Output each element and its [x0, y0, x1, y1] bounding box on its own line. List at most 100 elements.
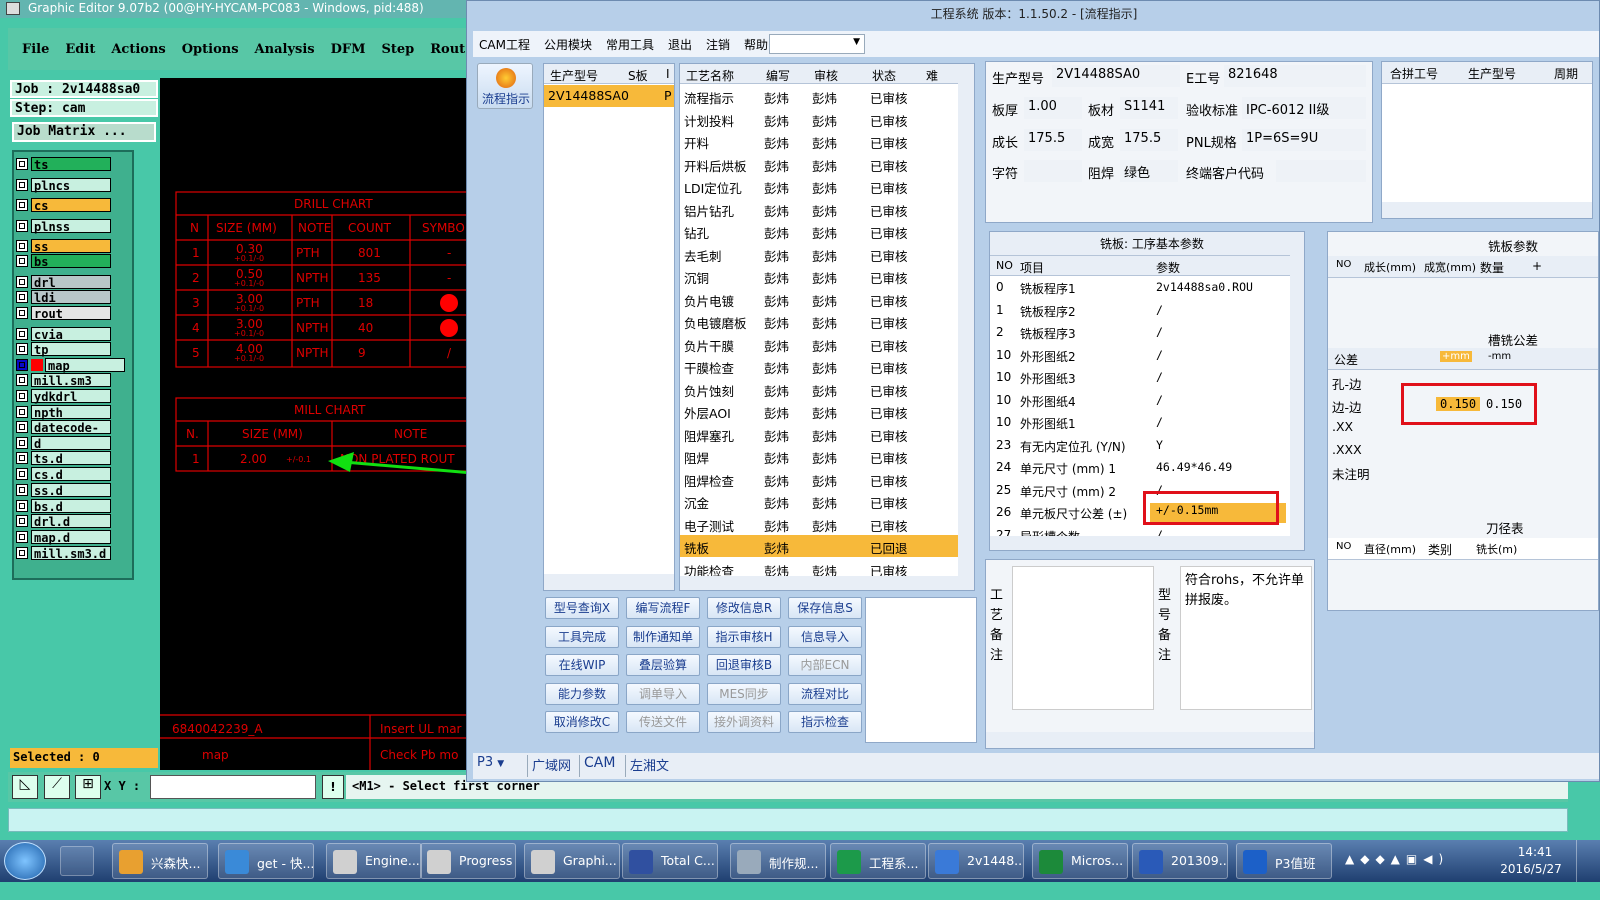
process-row[interactable]: 电子测试 彭炜 彭炜 已审核: [680, 513, 958, 535]
measure-icon[interactable]: ⟋: [44, 775, 70, 799]
taskbar-item[interactable]: Graphi...: [524, 843, 620, 879]
taskbar-item[interactable]: P3值班: [1236, 843, 1332, 879]
layer-row[interactable]: datecode-ss: [16, 419, 111, 449]
layer-row[interactable]: mill.sm3.d: [16, 545, 111, 561]
process-row[interactable]: 负片电镀 彭炜 彭炜 已审核: [680, 288, 958, 310]
layer-row[interactable]: cvia: [16, 326, 111, 342]
layer-row[interactable]: plnss: [16, 218, 111, 234]
tab-cam[interactable]: CAM: [579, 755, 615, 777]
taskbar-item[interactable]: Engine...: [326, 843, 422, 879]
process-row[interactable]: 外层AOI 彭炜 彭炜 已审核: [680, 400, 958, 422]
layer-checkbox[interactable]: [16, 467, 28, 480]
layer-checkbox[interactable]: [16, 546, 28, 559]
action-button[interactable]: 指示检查: [788, 711, 862, 733]
vertical-scrollbar[interactable]: [1290, 232, 1304, 536]
action-button[interactable]: 取消修改C: [545, 711, 619, 733]
layer-checkbox[interactable]: [16, 420, 28, 433]
cam-menu-item[interactable]: 公用模块: [544, 36, 592, 53]
tab-p3[interactable]: P3 ▼: [477, 755, 523, 777]
layer-checkbox[interactable]: [16, 290, 28, 303]
process-row[interactable]: 铝片钻孔 彭炜 彭炜 已审核: [680, 198, 958, 220]
layer-row[interactable]: map.d: [16, 529, 111, 545]
layer-row[interactable]: bs.d: [16, 498, 111, 514]
layer-row[interactable]: plncs: [16, 177, 111, 193]
horizontal-scrollbar[interactable]: [680, 576, 974, 590]
cam-menu-item[interactable]: 注销: [706, 36, 730, 53]
action-button[interactable]: 修改信息R: [707, 597, 781, 619]
layer-checkbox[interactable]: [16, 514, 28, 527]
cam-menu-item[interactable]: CAM工程: [479, 36, 530, 53]
menu-combo[interactable]: ▼: [769, 34, 865, 54]
graphics-canvas[interactable]: N SIZE (MM) NOTE COUNT SYMBO 1 0.30 +0.1/-0 PTH 8…: [160, 78, 470, 770]
layer-checkbox[interactable]: [16, 219, 28, 232]
action-button[interactable]: 编写流程F: [626, 597, 700, 619]
process-row[interactable]: 铣板 彭炜 已回退: [680, 535, 958, 557]
taskbar-item[interactable]: get - 快...: [218, 843, 314, 879]
process-row[interactable]: 计划投料 彭炜 彭炜 已审核: [680, 108, 958, 130]
action-button[interactable]: MES同步: [707, 682, 781, 705]
calculator-icon[interactable]: [60, 846, 94, 876]
layer-checkbox[interactable]: [16, 451, 28, 464]
layer-checkbox[interactable]: [16, 327, 28, 340]
menu-file[interactable]: File: [22, 42, 49, 57]
taskbar-item[interactable]: 兴森快...: [112, 843, 208, 879]
process-row[interactable]: 流程指示 彭炜 彭炜 已审核: [680, 85, 958, 107]
taskbar-item[interactable]: 制作规...: [730, 843, 826, 879]
action-button[interactable]: 工具完成: [545, 625, 619, 648]
horizontal-scrollbar[interactable]: [1382, 202, 1592, 218]
menu-dfm[interactable]: DFM: [331, 42, 366, 57]
process-row[interactable]: 钻孔 彭炜 彭炜 已审核: [680, 220, 958, 242]
param-row[interactable]: 2 铣板程序3 /: [990, 322, 1290, 344]
layer-checkbox[interactable]: [16, 178, 28, 191]
layer-checkbox[interactable]: [16, 198, 28, 211]
job-matrix-button[interactable]: Job Matrix ...: [12, 122, 156, 142]
process-row[interactable]: 负电镀磨板 彭炜 彭炜 已审核: [680, 310, 958, 332]
process-row[interactable]: 沉金 彭炜 彭炜 已审核: [680, 490, 958, 512]
snap-icon[interactable]: ◺: [12, 775, 38, 799]
action-button[interactable]: 能力参数: [545, 682, 619, 705]
process-row[interactable]: 去毛刺 彭炜 彭炜 已审核: [680, 243, 958, 265]
action-button[interactable]: 指示审核H: [707, 625, 781, 648]
layer-row[interactable]: tp: [16, 341, 111, 357]
param-row[interactable]: 10 外形图纸3 /: [990, 367, 1290, 389]
taskbar-item[interactable]: 工程系...: [830, 843, 926, 879]
action-button[interactable]: 回退审核B: [707, 654, 781, 676]
layer-checkbox[interactable]: [16, 373, 28, 386]
model-note-field[interactable]: 符合rohs，不允许单拼报废。: [1180, 566, 1312, 710]
action-button[interactable]: 调单导入: [626, 682, 700, 705]
process-row[interactable]: 开料后烘板 彭炜 彭炜 已审核: [680, 153, 958, 175]
show-desktop-button[interactable]: [1576, 840, 1600, 882]
start-button[interactable]: [4, 842, 46, 880]
model-row[interactable]: 2V14488SA0 P: [544, 85, 674, 107]
param-row[interactable]: 10 外形图纸4 /: [990, 390, 1290, 412]
add-row-button[interactable]: +: [1532, 259, 1542, 273]
layer-checkbox[interactable]: [16, 342, 28, 355]
param-row[interactable]: 0 铣板程序1 2v14488sa0.ROU: [990, 277, 1290, 299]
layer-checkbox[interactable]: [16, 405, 28, 418]
action-button[interactable]: 保存信息S: [788, 597, 862, 619]
layer-row[interactable]: ts: [16, 156, 111, 172]
alert-icon[interactable]: !: [322, 775, 344, 799]
process-row[interactable]: 负片干膜 彭炜 彭炜 已审核: [680, 333, 958, 355]
process-row[interactable]: 开料 彭炜 彭炜 已审核: [680, 130, 958, 152]
process-row[interactable]: 阻焊 彭炜 彭炜 已审核: [680, 445, 958, 467]
layer-checkbox[interactable]: [16, 530, 28, 543]
layer-checkbox[interactable]: [16, 358, 28, 371]
cam-menu-item[interactable]: 退出: [668, 36, 692, 53]
horizontal-scrollbar[interactable]: [990, 536, 1304, 550]
grid-icon[interactable]: ⊞: [75, 775, 101, 799]
action-button[interactable]: 在线WIP: [545, 654, 619, 676]
layer-checkbox[interactable]: [16, 254, 28, 267]
taskbar-item[interactable]: Micros...: [1032, 843, 1128, 879]
layer-row[interactable]: cs: [16, 197, 111, 213]
layer-row[interactable]: rout: [16, 305, 111, 321]
tolerance-row[interactable]: .XXX: [1328, 439, 1598, 461]
layer-checkbox[interactable]: [16, 436, 28, 449]
layer-checkbox[interactable]: [16, 275, 28, 288]
layer-row[interactable]: ss.d: [16, 482, 111, 498]
layer-row[interactable]: mill.sm3: [16, 372, 111, 388]
process-row[interactable]: LDI定位孔 彭炜 彭炜 已审核: [680, 175, 958, 197]
layer-row[interactable]: drl.d: [16, 513, 111, 529]
cam-menu-item[interactable]: 常用工具: [606, 36, 654, 53]
action-button[interactable]: 信息导入: [788, 625, 862, 648]
